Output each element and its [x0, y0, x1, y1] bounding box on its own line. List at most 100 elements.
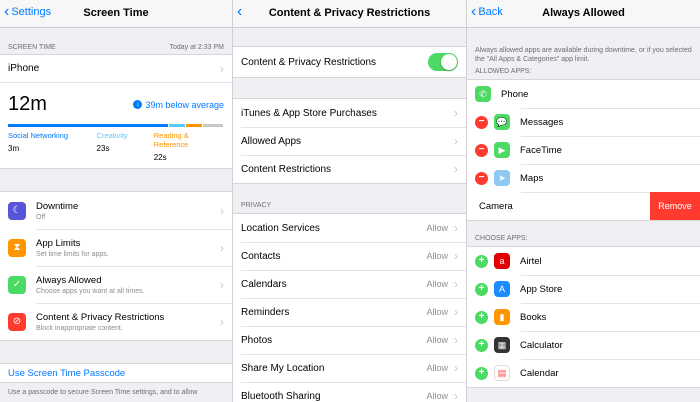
- store-group: iTunes & App Store Purchases › Allowed A…: [233, 98, 466, 184]
- add-circle-icon[interactable]: +: [475, 282, 488, 296]
- screen-time-menu: ☾ Downtime Off › ⧗ App Limits Set time l…: [0, 191, 232, 341]
- privacy-item[interactable]: Bluetooth Sharing Allow ›: [233, 382, 466, 402]
- always-allowed-panel: ‹ Back Always Allowed Always allowed app…: [466, 0, 700, 402]
- facetime-icon: ▶: [494, 142, 510, 158]
- menu-downtime[interactable]: ☾ Downtime Off ›: [0, 192, 232, 229]
- allowed-apps-list: ✆ Phone − 💬 Messages − ▶ FaceTime − ➤ Ma…: [467, 79, 700, 221]
- below-average: ↓ 39m below average: [133, 100, 224, 110]
- toggle-label: Content & Privacy Restrictions: [241, 56, 377, 68]
- page-title: Content & Privacy Restrictions: [268, 7, 431, 19]
- chevron-right-icon: ›: [454, 249, 458, 263]
- chevron-right-icon: ›: [454, 162, 458, 176]
- usage-summary[interactable]: 12m ↓ 39m below average Social Networkin…: [0, 82, 232, 169]
- section-label: SCREEN TIME: [8, 44, 56, 51]
- restrictions-toggle-row: Content & Privacy Restrictions: [233, 47, 466, 77]
- chevron-right-icon: ›: [220, 314, 224, 329]
- allowed-app-facetime: − ▶ FaceTime: [467, 136, 700, 164]
- bar-reading: [186, 124, 202, 127]
- messages-icon: 💬: [494, 114, 510, 130]
- bar-creativity: [169, 124, 185, 127]
- category-creativity: Creativity 23s: [96, 131, 128, 153]
- category-reading: Reading & Reference 22s: [153, 131, 189, 162]
- privacy-item[interactable]: Contacts Allow ›: [233, 242, 466, 270]
- chevron-right-icon: ›: [454, 389, 458, 402]
- app-store-icon: A: [494, 281, 510, 297]
- add-circle-icon[interactable]: +: [475, 254, 488, 268]
- bar-social: [8, 124, 168, 127]
- category-social: Social Networking 3m: [8, 131, 69, 153]
- device-label: iPhone: [8, 63, 40, 74]
- chevron-right-icon: ›: [220, 277, 224, 292]
- allowed-app-maps: − ➤ Maps: [467, 164, 700, 192]
- chevron-right-icon: ›: [454, 305, 458, 319]
- content-restrictions-row[interactable]: Content Restrictions ›: [233, 155, 466, 183]
- add-circle-icon[interactable]: +: [475, 366, 488, 380]
- below-average-text: 39m below average: [145, 99, 224, 110]
- choose-app-books: + ▮ Books: [467, 303, 700, 331]
- passcode-footer: Use a passcode to secure Screen Time set…: [8, 389, 198, 396]
- airtel-icon: a: [494, 253, 510, 269]
- total-time: 12m: [8, 93, 47, 115]
- allowed-apps-row[interactable]: Allowed Apps ›: [233, 127, 466, 155]
- arrow-down-icon: ↓: [133, 100, 143, 109]
- remove-circle-icon[interactable]: −: [475, 143, 488, 157]
- category-list: Social Networking 3m Creativity 23s Read…: [8, 131, 224, 162]
- itunes-purchases-row[interactable]: iTunes & App Store Purchases ›: [233, 99, 466, 127]
- moon-icon: ☾: [8, 201, 26, 220]
- privacy-item[interactable]: Photos Allow ›: [233, 326, 466, 354]
- chevron-right-icon: ›: [220, 61, 224, 76]
- restrictions-toggle[interactable]: [428, 53, 458, 71]
- add-circle-icon[interactable]: +: [475, 310, 488, 324]
- phone-icon: ✆: [475, 86, 491, 102]
- toggle-group: Content & Privacy Restrictions: [233, 46, 466, 78]
- privacy-item[interactable]: Calendars Allow ›: [233, 270, 466, 298]
- device-row[interactable]: iPhone ›: [0, 54, 232, 82]
- checkmark-icon: ✓: [8, 275, 26, 294]
- choose-app-calendar: + ▤ Calendar: [467, 359, 700, 387]
- navbar: ‹ Settings Screen Time: [0, 0, 232, 28]
- chevron-right-icon: ›: [454, 106, 458, 120]
- remove-button[interactable]: Remove: [650, 192, 700, 220]
- add-circle-icon[interactable]: +: [475, 338, 488, 352]
- navbar: ‹ Content & Privacy Restrictions: [233, 0, 466, 28]
- hourglass-icon: ⧗: [8, 238, 26, 257]
- menu-content-privacy[interactable]: ⊘ Content & Privacy Restrictions Block i…: [0, 303, 232, 340]
- menu-app-limits[interactable]: ⧗ App Limits Set time limits for apps. ›: [0, 229, 232, 266]
- calculator-icon: ▦: [494, 337, 510, 353]
- choose-apps-list: + a Airtel + A App Store + ▮ Books + ▦ C…: [467, 246, 700, 388]
- choose-app-airtel: + a Airtel: [467, 247, 700, 275]
- chevron-right-icon: ›: [454, 221, 458, 235]
- section-header: SCREEN TIME Today at 2:33 PM: [0, 28, 232, 54]
- calendar-icon: ▤: [494, 365, 510, 381]
- chevron-right-icon: ›: [454, 361, 458, 375]
- page-title: Always Allowed: [542, 7, 625, 19]
- always-allowed-note: Always allowed apps are available during…: [475, 47, 692, 63]
- chevron-right-icon: ›: [454, 277, 458, 291]
- privacy-item[interactable]: Reminders Allow ›: [233, 298, 466, 326]
- usage-bar: [8, 124, 224, 127]
- choose-app-calculator: + ▦ Calculator: [467, 331, 700, 359]
- bar-other: [203, 124, 223, 127]
- privacy-item[interactable]: Location Services Allow ›: [233, 214, 466, 242]
- choose-app-app-store: + A App Store: [467, 275, 700, 303]
- screen-time-panel: ‹ Settings Screen Time SCREEN TIME Today…: [0, 0, 232, 402]
- timestamp: Today at 2:33 PM: [169, 44, 224, 51]
- remove-circle-icon[interactable]: −: [475, 171, 488, 185]
- chevron-right-icon: ›: [454, 134, 458, 148]
- menu-always-allowed[interactable]: ✓ Always Allowed Choose apps you want at…: [0, 266, 232, 303]
- restriction-icon: ⊘: [8, 312, 26, 331]
- privacy-item[interactable]: Share My Location Allow ›: [233, 354, 466, 382]
- privacy-header: PRIVACY: [241, 202, 272, 209]
- books-icon: ▮: [494, 309, 510, 325]
- page-title: Screen Time: [83, 7, 149, 19]
- maps-icon: ➤: [494, 170, 510, 186]
- chevron-right-icon: ›: [454, 333, 458, 347]
- remove-circle-icon[interactable]: −: [475, 115, 488, 129]
- choose-apps-header: CHOOSE APPS:: [475, 235, 528, 242]
- allowed-app-phone: ✆ Phone: [467, 80, 700, 108]
- use-passcode-link[interactable]: Use Screen Time Passcode: [0, 363, 232, 383]
- privacy-group: Location Services Allow › Contacts Allow…: [233, 213, 466, 402]
- allowed-apps-header: ALLOWED APPS:: [475, 68, 532, 75]
- navbar: ‹ Back Always Allowed: [467, 0, 700, 28]
- allowed-app-messages: − 💬 Messages: [467, 108, 700, 136]
